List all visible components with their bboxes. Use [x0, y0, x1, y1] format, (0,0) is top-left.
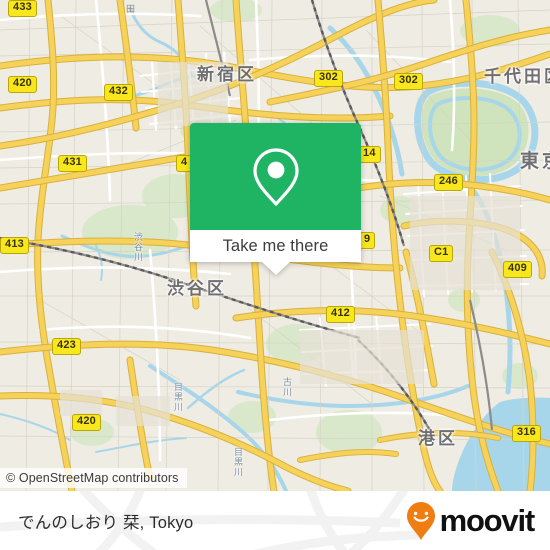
- map-attribution[interactable]: © OpenStreetMap contributors: [0, 468, 187, 488]
- road-shield: 413: [0, 237, 29, 254]
- road-shield: 409: [503, 261, 532, 278]
- road-shield: 431: [58, 155, 87, 172]
- map-pin-icon: [252, 147, 299, 206]
- place-name: でんのしおり 栞, Tokyo: [18, 513, 194, 532]
- road-shield: 420: [72, 414, 101, 431]
- location-popup[interactable]: Take me there: [190, 123, 361, 275]
- road-shield: 412: [326, 306, 355, 323]
- map-label-ward: 新宿区: [197, 65, 257, 84]
- road-shield: 316: [512, 425, 541, 442]
- road-shield: 420: [8, 76, 37, 93]
- take-me-there-button[interactable]: Take me there: [190, 230, 361, 262]
- take-me-there-label: Take me there: [222, 236, 329, 255]
- attribution-text: © OpenStreetMap contributors: [6, 471, 179, 485]
- moovit-pin-icon: [406, 501, 435, 540]
- map-label-other: 田: [126, 4, 136, 14]
- map-viewport[interactable]: .land { fill:#efece3; } .green { fill:#c…: [0, 0, 550, 491]
- map-label-river: 古川: [282, 377, 292, 397]
- popup-tail: [261, 262, 290, 275]
- road-shield: 302: [394, 73, 423, 90]
- map-label-river: 渋谷川: [133, 232, 143, 262]
- map-label-ward: 千代田区: [484, 67, 550, 86]
- road-shield: 302: [314, 70, 343, 87]
- map-label-ward: 港区: [418, 429, 458, 448]
- road-shield: 246: [434, 174, 463, 191]
- road-shield: 423: [52, 338, 81, 355]
- map-label-city: 東京: [520, 151, 550, 172]
- road-shield: 14: [358, 146, 381, 163]
- moovit-logo[interactable]: moovit: [406, 501, 536, 541]
- footer-bar: でんのしおり 栞, Tokyo moovit: [0, 491, 550, 550]
- popup-header: [190, 123, 361, 230]
- road-shield: 432: [104, 84, 133, 101]
- map-page: .land { fill:#efece3; } .green { fill:#c…: [0, 0, 550, 550]
- road-shield: 433: [8, 0, 37, 17]
- map-label-ward: 渋谷区: [167, 279, 227, 298]
- road-shield: 9: [359, 232, 376, 249]
- moovit-wordmark: moovit: [439, 503, 536, 538]
- map-label-river: 目黒川: [233, 447, 243, 477]
- map-label-river: 目黒川: [173, 382, 183, 412]
- road-shield: C1: [429, 245, 454, 262]
